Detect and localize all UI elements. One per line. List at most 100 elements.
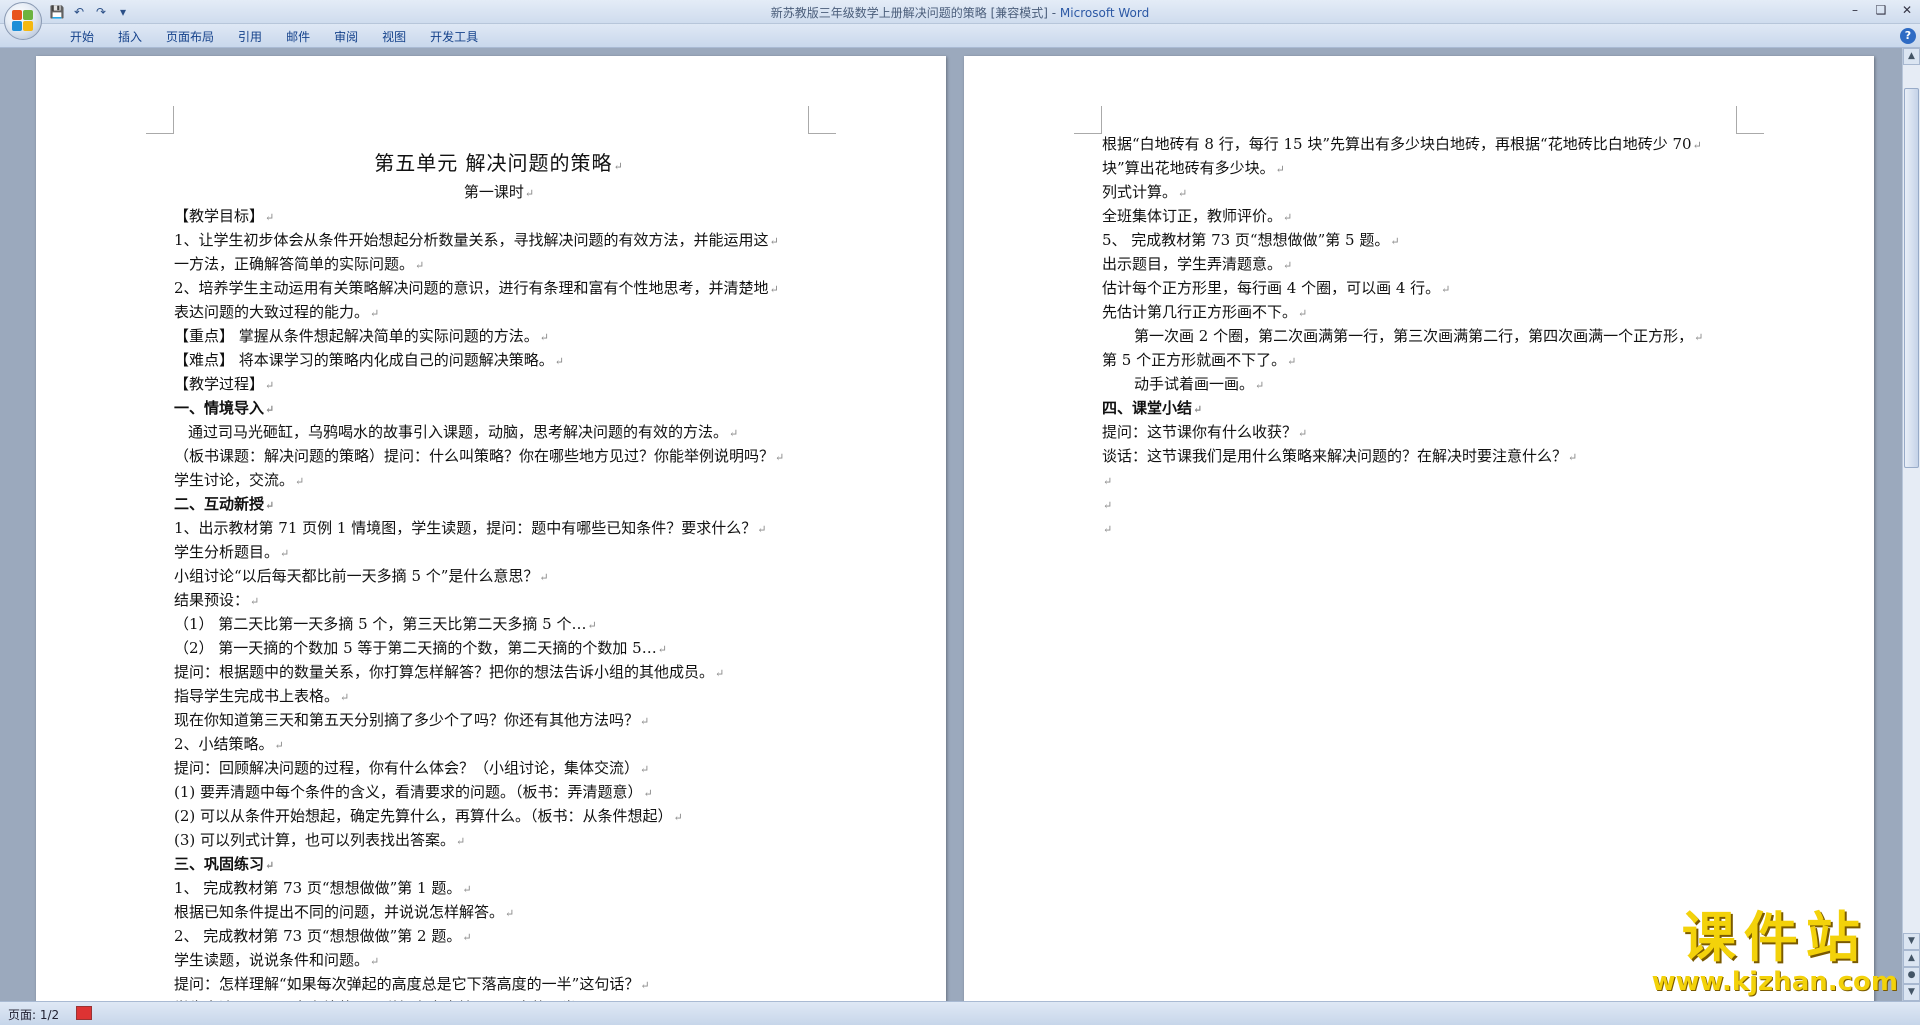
paragraph-line: 块”算出花地砖有多少块。↵ <box>1102 156 1752 180</box>
paragraph-mark-icon: ↵ <box>1275 163 1285 176</box>
paragraph-mark-icon: ↵ <box>539 331 549 344</box>
tab-page-layout[interactable]: 页面布局 <box>154 27 226 47</box>
window-title: 新苏教版三年级数学上册解决问题的策略 [兼容模式] - Microsoft Wo… <box>0 4 1920 21</box>
line-text: 学生分析题目。 <box>174 543 280 561</box>
tab-insert[interactable]: 插入 <box>106 27 154 47</box>
paragraph-line: (3) 可以列式计算，也可以列表找出答案。↵ <box>174 828 824 852</box>
ribbon-tabs: 开始 插入 页面布局 引用 邮件 审阅 视图 开发工具 <box>58 27 490 47</box>
line-text: 第一课时 <box>463 183 524 201</box>
paragraph-mark-icon: ↵ <box>1568 451 1578 464</box>
page-1[interactable]: 第五单元 解决问题的策略↵ 第一课时↵ 【教学目标】↵ 1、让学生初步体会从条件开始… <box>36 56 946 1001</box>
tab-review[interactable]: 审阅 <box>322 27 370 47</box>
paragraph-mark-icon: ↵ <box>640 763 650 776</box>
page-indicator[interactable]: 页面: 1/2 <box>8 1006 59 1023</box>
paragraph-line: 根据“白地砖有 8 行，每行 15 块”先算出有多少块白地砖，再根据“花地砖比白… <box>1102 132 1752 156</box>
paragraph-line: 先估计第几行正方形画不下。↵ <box>1102 300 1752 324</box>
tab-mailings[interactable]: 邮件 <box>274 27 322 47</box>
office-logo-icon <box>12 10 34 32</box>
scroll-up-icon[interactable]: ▲ <box>1903 48 1920 65</box>
scroll-down-icon[interactable]: ▼ <box>1903 933 1920 950</box>
office-button[interactable] <box>4 2 42 40</box>
paragraph-mark-icon: ↵ <box>1283 259 1293 272</box>
line-text: 动手试着画一画。 <box>1134 375 1255 393</box>
watermark-title: 课件站 <box>1681 906 1868 969</box>
paragraph-line: 提问：这节课你有什么收获？↵ <box>1102 420 1752 444</box>
paragraph-mark-icon: ↵ <box>265 499 275 512</box>
paragraph-line: 动手试着画一画。↵ <box>1102 372 1752 396</box>
paragraph-mark-icon: ↵ <box>250 595 260 608</box>
paragraph-line: ↵ <box>1102 468 1752 492</box>
browse-object-icon[interactable]: ● <box>1903 967 1920 984</box>
watermark-url: www.kjzhan.com <box>1651 967 1898 997</box>
line-text: 提问：根据题中的数量关系，你打算怎样解答？把你的想法告诉小组的其他成员。 <box>174 663 715 681</box>
paragraph-line: （1） 第二天比第一天多摘 5 个，第三天比第二天多摘 5 个…↵ <box>174 612 824 636</box>
line-text: 一方法，正确解答简单的实际问题。 <box>174 255 415 273</box>
paragraph-line: 三、巩固练习↵ <box>174 852 824 876</box>
paragraph-line: 提问：回顾解决问题的过程，你有什么体会？（小组讨论，集体交流）↵ <box>174 756 824 780</box>
page-1-body[interactable]: 第五单元 解决问题的策略↵ 第一课时↵ 【教学目标】↵ 1、让学生初步体会从条件开始… <box>174 146 824 1001</box>
tab-home[interactable]: 开始 <box>58 27 106 47</box>
paragraph-line: 学生读题，说说条件和问题。↵ <box>174 948 824 972</box>
paragraph-line: 列式计算。↵ <box>1102 180 1752 204</box>
paragraph-line: 2、培养学生主动运用有关策略解决问题的意识，进行有条理和富有个性地思考，并清楚地… <box>174 276 824 300</box>
line-text: （2） 第一天摘的个数加 5 等于第二天摘的个数，第二天摘的个数加 5… <box>174 639 657 657</box>
paragraph-mark-icon: ↵ <box>524 187 535 200</box>
line-text: 2、培养学生主动运用有关策略解决问题的意识，进行有条理和富有个性地思考，并清楚地 <box>174 279 769 297</box>
line-text: 提问：怎样理解“如果每次弹起的高度总是它下落高度的一半”这句话？ <box>174 975 640 993</box>
line-text: 5、 完成教材第 73 页“想想做做”第 5 题。 <box>1102 231 1390 249</box>
vertical-scrollbar[interactable]: ▲ ▼ ▲ ● ▼ <box>1902 48 1920 1001</box>
help-icon[interactable]: ? <box>1900 28 1916 44</box>
scroll-thumb[interactable] <box>1904 88 1919 468</box>
paragraph-mark-icon: ↵ <box>643 787 653 800</box>
tab-references[interactable]: 引用 <box>226 27 274 47</box>
page-2-lines: 根据“白地砖有 8 行，每行 15 块”先算出有多少块白地砖，再根据“花地砖比白… <box>1102 132 1752 540</box>
restore-icon[interactable]: ❑ <box>1868 0 1894 20</box>
line-text: 【教学过程】 <box>174 375 265 393</box>
paragraph-mark-icon: ↵ <box>640 715 650 728</box>
paragraph-mark-icon: ↵ <box>1692 139 1702 152</box>
tab-developer[interactable]: 开发工具 <box>418 27 490 47</box>
paragraph-line: 结果预设：↵ <box>174 588 824 612</box>
crop-mark <box>1074 106 1102 134</box>
line-text: (1) 要弄清题中每个条件的含义，看清要求的问题。（板书：弄清题意） <box>174 783 643 801</box>
next-page-icon[interactable]: ▼ <box>1903 984 1920 1001</box>
tab-view[interactable]: 视图 <box>370 27 418 47</box>
line-text: 结果预设： <box>174 591 250 609</box>
paragraph-mark-icon: ↵ <box>1283 211 1293 224</box>
paragraph-line: (1) 要弄清题中每个条件的含义，看清要求的问题。（板书：弄清题意）↵ <box>174 780 824 804</box>
paragraph-mark-icon: ↵ <box>415 259 425 272</box>
paragraph-mark-icon: ↵ <box>1103 523 1113 536</box>
status-bar: 页面: 1/2 <box>0 1001 1920 1025</box>
paragraph-line: 二、互动新授↵ <box>174 492 824 516</box>
paragraph-mark-icon: ↵ <box>640 979 650 992</box>
paragraph-mark-icon: ↵ <box>280 547 290 560</box>
document-area[interactable]: 第五单元 解决问题的策略↵ 第一课时↵ 【教学目标】↵ 1、让学生初步体会从条件开始… <box>0 48 1902 1001</box>
spelling-check-icon[interactable] <box>76 1006 92 1020</box>
line-text: 估计每个正方形里，每行画 4 个圈，可以画 4 行。 <box>1102 279 1441 297</box>
paragraph-mark-icon: ↵ <box>265 379 275 392</box>
paragraph-mark-icon: ↵ <box>370 955 380 968</box>
paragraph-line: 根据已知条件提出不同的问题，并说说怎样解答。↵ <box>174 900 824 924</box>
close-icon[interactable]: ✕ <box>1894 0 1920 20</box>
document-title: 新苏教版三年级数学上册解决问题的策略 [兼容模式] - <box>770 6 1060 20</box>
page-2-body[interactable]: 根据“白地砖有 8 行，每行 15 块”先算出有多少块白地砖，再根据“花地砖比白… <box>1102 132 1752 540</box>
paragraph-line: （2） 第一天摘的个数加 5 等于第二天摘的个数，第二天摘的个数加 5…↵ <box>174 636 824 660</box>
line-text: (3) 可以列式计算，也可以列表找出答案。 <box>174 831 456 849</box>
paragraph-line: ↵ <box>1102 492 1752 516</box>
paragraph-line: 小组讨论“以后每天都比前一天多摘 5 个”是什么意思？↵ <box>174 564 824 588</box>
line-text: 全班集体订正，教师评价。 <box>1102 207 1283 225</box>
line-text: 学生读题，说说条件和问题。 <box>174 951 370 969</box>
page-2[interactable]: 根据“白地砖有 8 行，每行 15 块”先算出有多少块白地砖，再根据“花地砖比白… <box>964 56 1874 1001</box>
line-text: 【教学目标】 <box>174 207 265 225</box>
line-text: 提问：这节课你有什么收获？ <box>1102 423 1298 441</box>
paragraph-line: 1、让学生初步体会从条件开始想起分析数量关系，寻找解决问题的有效方法，并能运用这… <box>174 228 824 252</box>
line-text: 第一次画 2 个圈，第二次画满第一行，第三次画满第二行，第四次画满一个正方形， <box>1134 327 1694 345</box>
paragraph-line: 第一课时↵ <box>174 180 824 204</box>
prev-page-icon[interactable]: ▲ <box>1903 950 1920 967</box>
paragraph-line: 估计每个正方形里，每行画 4 个圈，可以画 4 行。↵ <box>1102 276 1752 300</box>
paragraph-mark-icon: ↵ <box>370 307 380 320</box>
crop-mark <box>1736 106 1764 134</box>
paragraph-line: 现在你知道第三天和第五天分别摘了多少个了吗？你还有其他方法吗？↵ <box>174 708 824 732</box>
paragraph-mark-icon: ↵ <box>456 835 466 848</box>
minimize-icon[interactable]: – <box>1842 0 1868 20</box>
